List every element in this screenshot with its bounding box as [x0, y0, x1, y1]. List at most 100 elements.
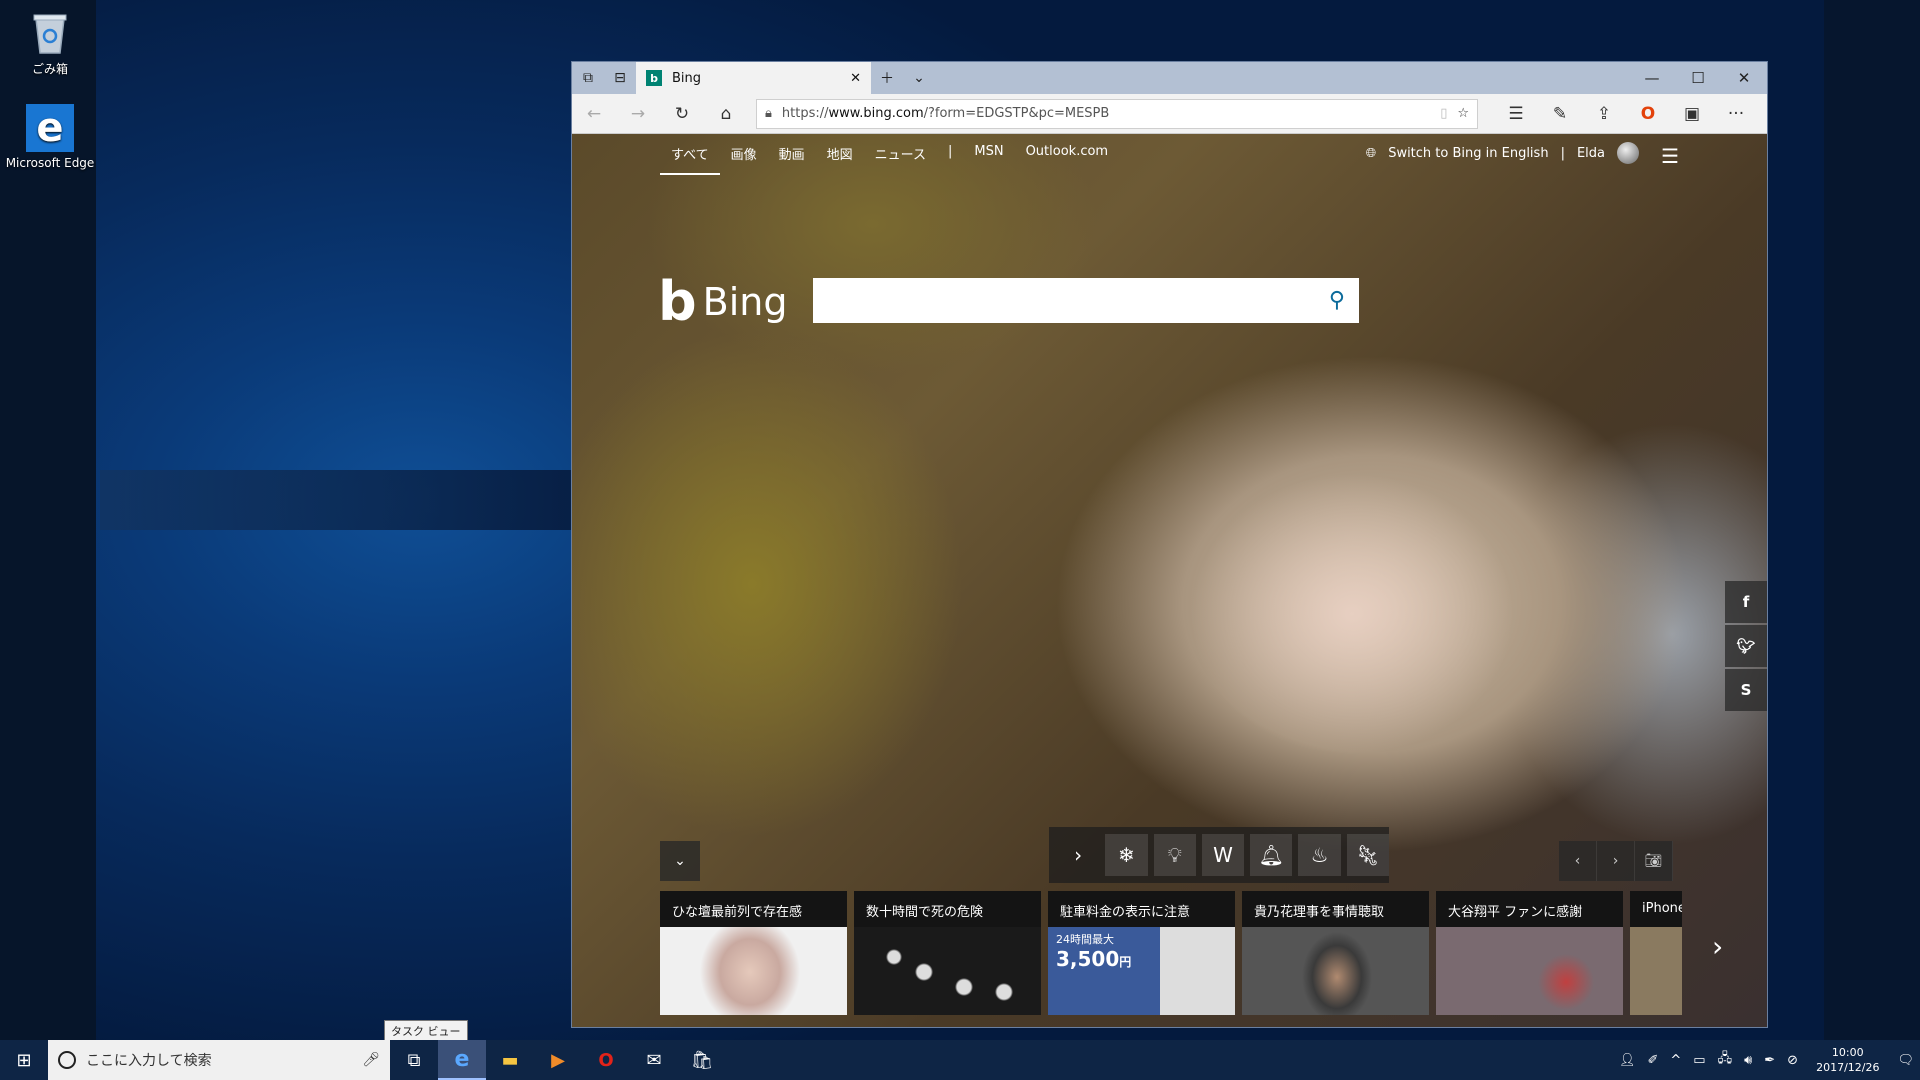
lightbulb-icon[interactable]: 💡︎	[1153, 834, 1196, 876]
clock-time: 10:00	[1831, 1046, 1864, 1059]
battery-icon[interactable]: ▭	[1687, 1053, 1711, 1068]
show-hidden-icons-icon[interactable]: ^	[1664, 1053, 1687, 1068]
microphone-icon[interactable]: 🎤︎	[362, 1052, 380, 1068]
clock-date: 2017/12/26	[1816, 1061, 1880, 1074]
collapse-news-icon[interactable]: ⌄	[660, 841, 700, 881]
chameleon-icon[interactable]: 🦎︎	[1346, 834, 1389, 876]
close-tab-icon[interactable]: ✕	[850, 71, 861, 86]
news-card[interactable]: 駐車料金の表示に注意 24時間最大 3,500円	[1048, 891, 1235, 1015]
bing-top-nav: すべて 画像 動画 地図 ニュース | MSN Outlook.com	[660, 140, 1119, 175]
news-carousel: ひな壇最前列で存在感 数十時間で死の危険 駐車料金の表示に注意 24時間最大 3…	[660, 891, 1682, 1015]
web-note-icon[interactable]: ✎	[1538, 94, 1582, 134]
refresh-icon[interactable]: ↻	[660, 94, 704, 134]
previous-image-icon[interactable]: ‹	[1559, 841, 1597, 881]
close-window-button[interactable]: ✕	[1721, 62, 1767, 94]
news-caption: 数十時間で死の危険	[854, 891, 1041, 927]
favorite-star-icon[interactable]: ☆	[1457, 106, 1469, 121]
set-tabs-aside-icon[interactable]: ⧉	[572, 62, 604, 94]
bing-b-icon: b	[658, 270, 697, 333]
address-bar[interactable]: 🔒︎ https://www.bing.com/?form=EDGSTP&pc=…	[756, 98, 1478, 129]
desktop-icon-recycle-bin[interactable]: ごみ箱	[5, 8, 95, 77]
search-input[interactable]: ⚲	[813, 278, 1359, 323]
wikipedia-icon[interactable]: W	[1201, 834, 1245, 876]
tab-bing[interactable]: b Bing ✕	[636, 62, 871, 94]
store-icon[interactable]: 🛍︎	[678, 1040, 726, 1080]
reading-view-icon[interactable]: ▯	[1440, 106, 1447, 121]
tabs-aside-icon[interactable]: ⊟	[604, 62, 636, 94]
clock[interactable]: 10:00 2017/12/26	[1804, 1045, 1891, 1075]
hamburger-menu-icon[interactable]: ☰	[1661, 144, 1679, 168]
recycle-bin-icon	[26, 8, 74, 56]
office-extension-icon[interactable]: O	[1626, 94, 1670, 134]
cortana-icon	[58, 1051, 76, 1069]
news-card[interactable]: iPhone	[1630, 891, 1682, 1015]
news-card[interactable]: ひな壇最前列で存在感	[660, 891, 847, 1015]
next-image-icon[interactable]: ›	[1597, 841, 1635, 881]
nav-msn[interactable]: MSN	[963, 140, 1014, 175]
lock-icon: 🔒︎	[765, 106, 772, 121]
volume-icon[interactable]: 🔊︎	[1738, 1053, 1758, 1068]
system-tray: 👤︎ ✐ ^ ▭ 🖧︎ 🔊︎ ✒ ⊘ 10:00 2017/12/26 🗨︎	[1613, 1045, 1920, 1075]
news-caption: 大谷翔平 ファンに感謝	[1436, 891, 1623, 927]
search-icon[interactable]: ⚲	[1329, 288, 1345, 313]
news-image	[1630, 927, 1682, 1015]
edge-window: ⧉ ⊟ b Bing ✕ ＋ ⌄ — ☐ ✕ ← → ↻ ⌂ 🔒︎ https:…	[571, 61, 1768, 1028]
nav-all[interactable]: すべて	[660, 140, 720, 175]
skype-share-icon[interactable]: S	[1725, 669, 1767, 711]
status-icon[interactable]: ⊘	[1781, 1053, 1804, 1068]
news-card[interactable]: 貴乃花理事を事情聴取	[1242, 891, 1429, 1015]
tab-preview-chevron-icon[interactable]: ⌄	[903, 62, 935, 94]
task-view-tooltip: タスク ビュー	[384, 1020, 468, 1042]
toolbar-next-icon[interactable]: ›	[1057, 834, 1099, 876]
pen-workspace-icon[interactable]: ✐	[1641, 1053, 1664, 1068]
share-icon[interactable]: ⇪	[1582, 94, 1626, 134]
media-player-icon[interactable]: ▶	[534, 1040, 582, 1080]
news-next-icon[interactable]: ›	[1712, 930, 1723, 963]
ink-icon[interactable]: ✒	[1758, 1053, 1781, 1068]
camera-icon[interactable]: 📷︎	[1635, 841, 1673, 881]
task-view-icon[interactable]: ⧉	[390, 1040, 438, 1080]
network-icon[interactable]: 🖧︎	[1712, 1049, 1739, 1071]
desktop-right-area	[1824, 0, 1920, 1040]
nav-videos[interactable]: 動画	[768, 140, 816, 175]
forward-icon[interactable]: →	[616, 94, 660, 134]
nav-maps[interactable]: 地図	[816, 140, 864, 175]
maximize-button[interactable]: ☐	[1675, 62, 1721, 94]
mail-icon[interactable]: ✉	[630, 1040, 678, 1080]
favorites-hub-icon[interactable]: ☰	[1494, 94, 1538, 134]
new-tab-icon[interactable]: ＋	[871, 62, 903, 94]
desktop-icon-edge[interactable]: e Microsoft Edge	[5, 104, 95, 170]
flame-icon[interactable]: ♨	[1298, 834, 1341, 876]
minimize-button[interactable]: —	[1629, 62, 1675, 94]
parking-badge-text: 24時間最大	[1056, 933, 1114, 946]
bing-favicon-icon: b	[646, 70, 662, 86]
extension-icon[interactable]: ▣	[1670, 94, 1714, 134]
news-card[interactable]: 数十時間で死の危険	[854, 891, 1041, 1015]
news-image	[854, 927, 1041, 1015]
nav-news[interactable]: ニュース	[864, 140, 937, 175]
people-icon[interactable]: 👤︎	[1613, 1053, 1642, 1068]
taskbar-edge-icon[interactable]: e	[438, 1040, 486, 1080]
snowflake-icon[interactable]: ❄	[1105, 834, 1148, 876]
start-button[interactable]: ⊞	[0, 1040, 48, 1080]
facebook-share-icon[interactable]: f	[1725, 581, 1767, 623]
news-card[interactable]: 大谷翔平 ファンに感謝	[1436, 891, 1623, 1015]
nav-images[interactable]: 画像	[720, 140, 768, 175]
back-icon[interactable]: ←	[572, 94, 616, 134]
opera-icon[interactable]: O	[582, 1040, 630, 1080]
home-icon[interactable]: ⌂	[704, 94, 748, 134]
news-caption: 貴乃花理事を事情聴取	[1242, 891, 1429, 927]
user-name[interactable]: Elda	[1577, 146, 1605, 161]
nav-separator: |	[947, 144, 953, 159]
action-center-icon[interactable]: 🗨︎	[1891, 1053, 1920, 1068]
nav-outlook[interactable]: Outlook.com	[1015, 140, 1120, 175]
avatar[interactable]	[1617, 142, 1639, 164]
file-explorer-icon[interactable]: ▬	[486, 1040, 534, 1080]
taskbar-search-box[interactable]: ここに入力して検索 🎤︎	[48, 1040, 390, 1080]
tab-title: Bing	[672, 70, 702, 86]
bell-icon[interactable]: 🔔︎	[1250, 834, 1293, 876]
twitter-share-icon[interactable]: 🐦︎	[1725, 625, 1767, 667]
news-image	[1436, 927, 1623, 1015]
more-menu-icon[interactable]: ···	[1714, 94, 1758, 134]
switch-language-link[interactable]: Switch to Bing in English	[1388, 146, 1548, 161]
